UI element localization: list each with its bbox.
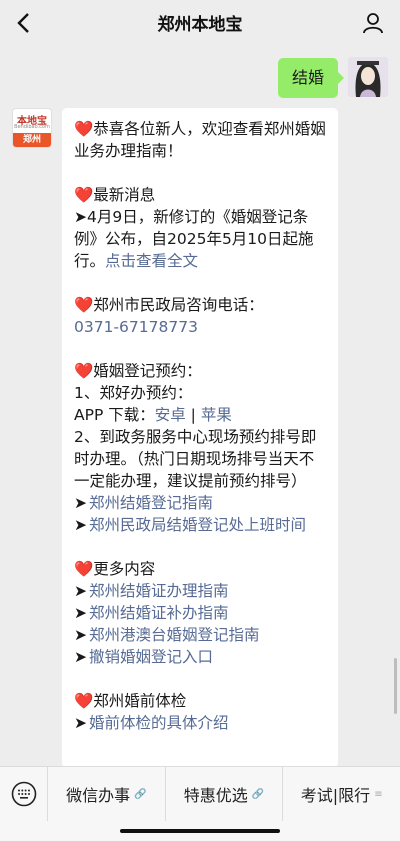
menu-item-label: 考试|限行	[300, 786, 371, 805]
premarital-link[interactable]: 婚前体检的具体介绍	[89, 714, 229, 732]
more-link-hmt[interactable]: 郑州港澳台婚姻登记指南	[89, 626, 260, 644]
premarital-link-row: ➤ 婚前体检的具体介绍	[74, 714, 229, 732]
booking-link-hours[interactable]: 郑州民政局结婚登记处上班时间	[89, 516, 306, 534]
menu-item-label: 微信办事	[66, 786, 131, 805]
phone-heading: ❤️郑州市民政局咨询电话：	[74, 296, 264, 314]
booking-link-row: ➤ 郑州结婚登记指南	[74, 494, 214, 512]
chat-header: 郑州本地宝	[0, 0, 400, 44]
more-link-row: ➤ 郑州港澳台婚姻登记指南	[74, 626, 260, 644]
home-indicator[interactable]	[120, 829, 280, 833]
intro-paragraph: ❤️恭喜各位新人，欢迎查看郑州婚姻业务办理指南！	[74, 120, 326, 160]
more-link-marriage-cert[interactable]: 郑州结婚证办理指南	[89, 582, 229, 600]
link-icon: 🔗	[134, 788, 147, 800]
more-link-row: ➤ 郑州结婚证办理指南	[74, 582, 229, 600]
phone-section: ❤️郑州市民政局咨询电话： 0371-67178773	[74, 294, 326, 338]
android-link[interactable]: 安卓	[155, 406, 186, 424]
chat-title: 郑州本地宝	[157, 14, 243, 35]
ios-link[interactable]: 苹果	[201, 406, 232, 424]
premarital-heading: ❤️郑州婚前体检	[74, 692, 187, 710]
news-heading: ❤️最新消息	[74, 186, 156, 204]
more-link-revoke[interactable]: 撤销婚姻登记入口	[89, 648, 213, 666]
more-section: ❤️更多内容 ➤ 郑州结婚证办理指南 ➤ 郑州结婚证补办指南 ➤ 郑州港澳台婚姻登记指…	[74, 558, 326, 668]
incoming-message-row: 本地宝 Bendibao.com 郑州 ❤️恭喜各位新人，欢迎查看郑州婚姻业务办…	[12, 108, 338, 768]
separator: |	[185, 406, 201, 424]
keyboard-icon[interactable]	[0, 767, 48, 821]
menu-item-label: 特惠优选	[183, 786, 248, 805]
link-icon: 🔗	[251, 788, 265, 800]
menu-item-deals[interactable]: 特惠优选 🔗	[166, 767, 284, 821]
profile-icon[interactable]	[360, 10, 386, 36]
news-section: ❤️最新消息 ➤4月9日，新修订的《婚姻登记条例》公布，自2025年5月10日起…	[74, 184, 326, 272]
logo-subtext: Bendibao.com	[14, 124, 50, 130]
bot-avatar[interactable]: 本地宝 Bendibao.com 郑州	[12, 108, 52, 148]
booking-link-row: ➤ 郑州民政局结婚登记处上班时间	[74, 516, 307, 534]
more-link-reissue[interactable]: 郑州结婚证补办指南	[89, 604, 229, 622]
submenu-icon: ≡	[374, 788, 383, 800]
booking-item-1: 1、郑好办预约：	[74, 384, 193, 402]
booking-section: ❤️婚姻登记预约： 1、郑好办预约： APP 下载：安卓 | 苹果 2、到政务服…	[74, 360, 326, 536]
menu-row: 微信办事 🔗 特惠优选 🔗 考试|限行 ≡	[0, 767, 400, 821]
more-link-row: ➤ 撤销婚姻登记入口	[74, 648, 214, 666]
scrollbar[interactable]	[394, 658, 397, 714]
app-download-label: APP 下载：	[74, 406, 155, 424]
more-link-row: ➤ 郑州结婚证补办指南	[74, 604, 229, 622]
app-download-line: APP 下载：安卓 | 苹果	[74, 404, 326, 426]
phone-number-link[interactable]: 0371-67178773	[74, 316, 326, 338]
logo-city: 郑州	[13, 133, 51, 147]
booking-link-guide[interactable]: 郑州结婚登记指南	[89, 494, 213, 512]
news-link[interactable]: 点击查看全文	[105, 252, 198, 270]
booking-item-2: 2、到政务服务中心现场预约排号即时办理。（热门日期现场排号当天不一定能办理，建议…	[74, 428, 317, 490]
bottom-menu-bar: 微信办事 🔗 特惠优选 🔗 考试|限行 ≡	[0, 766, 400, 841]
premarital-section: ❤️郑州婚前体检 ➤ 婚前体检的具体介绍	[74, 690, 326, 734]
user-avatar[interactable]	[348, 57, 388, 97]
menu-item-wechat-services[interactable]: 微信办事 🔗	[48, 767, 166, 821]
outgoing-message-row: 结婚	[277, 57, 388, 98]
back-arrow-icon[interactable]	[10, 10, 36, 36]
outgoing-message-bubble[interactable]: 结婚	[277, 58, 345, 98]
menu-item-exam-traffic[interactable]: 考试|限行 ≡	[283, 767, 400, 821]
booking-heading: ❤️婚姻登记预约：	[74, 362, 202, 380]
incoming-message-bubble: ❤️恭喜各位新人，欢迎查看郑州婚姻业务办理指南！ ❤️最新消息 ➤4月9日，新修…	[62, 108, 338, 768]
more-heading: ❤️更多内容	[74, 560, 156, 578]
